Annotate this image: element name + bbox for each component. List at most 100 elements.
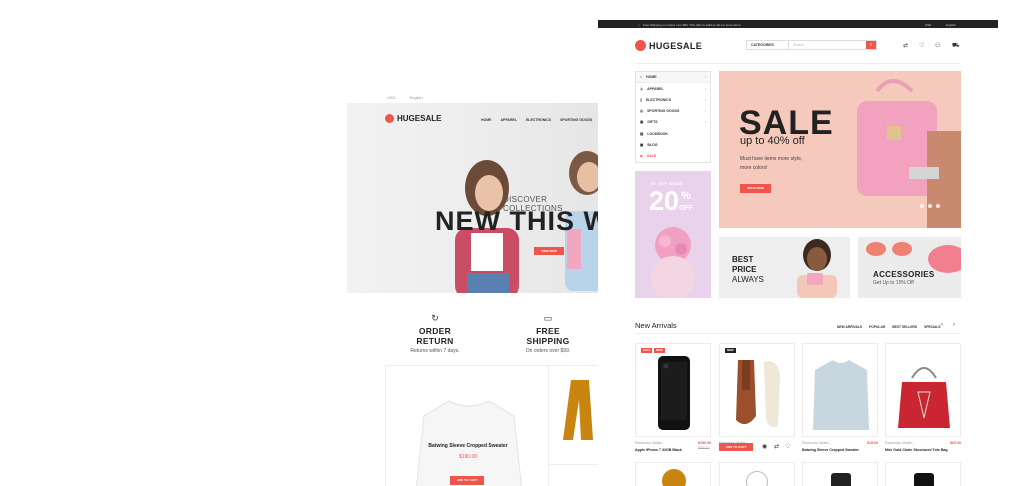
shop-now-button[interactable]: SHOP NOW — [740, 184, 771, 193]
product-name[interactable]: Batwing Sleeve Cropped Sweater — [802, 448, 878, 452]
lp-add-to-cart-button[interactable]: ADD TO CART — [450, 476, 484, 485]
user-icon[interactable]: ⚇ — [935, 42, 940, 49]
accessories-title: ACCESSORIES — [873, 270, 935, 279]
slider-dot[interactable] — [928, 204, 932, 208]
woman-camera-image — [797, 239, 837, 298]
hero-desc: Must have items more style, more colors! — [740, 156, 803, 171]
next-arrow-icon[interactable]: › — [953, 322, 955, 328]
product-thumb — [746, 471, 768, 486]
lp-topbar: USD English — [347, 93, 598, 103]
banner-value: 20 — [649, 186, 680, 216]
product-card[interactable]: NEW — [719, 343, 795, 437]
tab-specials[interactable]: SPECIALS — [924, 325, 941, 329]
return-icon: ↻ — [431, 313, 439, 323]
new-badge: NEW — [725, 348, 736, 353]
language-select[interactable]: English — [946, 23, 956, 27]
best-price-title: BEST PRICE — [732, 255, 757, 274]
lp-product-price: $190.00 — [458, 454, 478, 460]
topbar: ● Free Shipping on orders over $99. This… — [598, 20, 998, 28]
product-card[interactable] — [802, 343, 878, 437]
tab-popular[interactable]: POPULAR — [869, 325, 885, 329]
product-card[interactable] — [802, 462, 878, 486]
product-card[interactable] — [719, 462, 795, 486]
lp-view-now-button[interactable]: VIEW NOW — [534, 247, 564, 255]
banner-best-price[interactable]: BEST PRICE ALWAYS — [719, 237, 850, 298]
search-icon: ⌕ — [869, 42, 873, 48]
add-to-cart-button[interactable]: ADD TO CART — [719, 443, 753, 451]
lp-nav-electronics[interactable]: ELECTRONICS — [526, 118, 551, 122]
tag-icon: ◈ — [640, 153, 643, 158]
new-badge: NEW — [654, 348, 665, 353]
lp-nav: HOME APPAREL ELECTRONICS SPORTING GOODS — [481, 118, 592, 122]
compare-icon[interactable]: ⇄ — [774, 443, 779, 450]
banner-accessories[interactable]: ACCESSORIES Get Up to 15% Off — [858, 237, 961, 298]
sidebar-item-blog[interactable]: ▦ BLOG — [636, 139, 710, 150]
lp-hero-headline: NEW THIS W — [435, 206, 598, 236]
banner-off: OFF — [679, 205, 693, 212]
left-preview: USD English HUGESALE HOME APPAREL ELECTR… — [347, 93, 598, 486]
sweater-image — [813, 360, 869, 430]
category-select[interactable]: CATEGORIES — [747, 41, 789, 49]
product-card[interactable] — [885, 462, 961, 486]
book-icon: ▤ — [640, 131, 644, 136]
lp-nav-apparel[interactable]: APPAREL — [501, 118, 517, 122]
slider-dot[interactable] — [920, 204, 924, 208]
lp-nav-sporting[interactable]: SPORTING GOODS — [560, 118, 592, 122]
sidebar-item-sporting-goods[interactable]: ◎ SPORTING GOODS › — [636, 106, 710, 117]
lp-language[interactable]: English — [409, 95, 422, 103]
hero-slider[interactable]: SALE up to 40% off Must have items more … — [719, 71, 961, 228]
sidebar-item-electronics[interactable]: ▯ ELECTRONICS › — [636, 94, 710, 105]
tab-new-arrivals[interactable]: NEW ARRIVALS — [837, 325, 862, 329]
lp-nav-home[interactable]: HOME — [481, 118, 492, 122]
phone-icon: ▯ — [640, 97, 642, 102]
feature-order-return: ↻ ORDER RETURN Returns within 7 days. — [405, 313, 465, 354]
hero-subtitle: up to 40% off — [740, 135, 805, 147]
feature-title: FREE SHIPPING — [526, 326, 570, 346]
search-bar: CATEGORIES Search ⌕ — [746, 40, 877, 50]
currency-select[interactable]: USD — [925, 23, 931, 27]
product-card[interactable] — [635, 462, 711, 486]
header: HUGESALE CATEGORIES Search ⌕ ⇄ ♡ ⚇ ⛟ — [598, 28, 998, 64]
heart-icon[interactable]: ♡ — [919, 42, 924, 49]
lp-logo[interactable]: HUGESALE — [385, 114, 441, 123]
lp-currency[interactable]: USD — [387, 95, 395, 103]
product-thumb — [831, 473, 851, 486]
prev-arrow-icon[interactable]: ‹ — [941, 322, 943, 328]
logo[interactable]: HUGESALE — [635, 40, 702, 51]
lp-hero-banner: HUGESALE HOME APPAREL ELECTRONICS SPORTI… — [347, 103, 598, 293]
search-button[interactable]: ⌕ — [866, 41, 876, 49]
logo-mark-icon — [635, 40, 646, 51]
search-input[interactable]: Search — [789, 41, 866, 49]
header-divider — [635, 63, 961, 64]
banner-20-off[interactable]: On 100+ Brands 20 % OFF — [635, 171, 711, 298]
boots-image — [736, 360, 780, 427]
cart-icon[interactable]: ⛟ — [952, 42, 960, 50]
hero-handbag-image — [857, 79, 961, 228]
sidebar-item-gifts[interactable]: ▣ GIFTS › — [636, 117, 710, 128]
right-preview: ● Free Shipping on orders over $99. This… — [598, 20, 998, 486]
sidebar-item-home[interactable]: ⌂ HOME › — [636, 72, 710, 84]
product-card[interactable] — [885, 343, 961, 437]
sale-badge: SALE — [641, 348, 653, 353]
sidebar-item-apparel[interactable]: ♙ APPAREL › — [636, 83, 710, 94]
banner-percent: % — [681, 190, 691, 202]
tab-best-sellers[interactable]: BEST SELLERS — [892, 325, 917, 329]
feature-subtitle: Returns within 7 days. — [410, 348, 460, 354]
slider-dot[interactable] — [936, 204, 940, 208]
sidebar-item-lookbook[interactable]: ▤ LOOKBOOK — [636, 128, 710, 139]
quick-view-icon[interactable]: ◉ — [762, 443, 767, 450]
sidebar-item-sale[interactable]: ◈ SALE — [636, 150, 710, 161]
topbar-notice: Free Shipping on orders over $99. This o… — [643, 22, 742, 27]
lp-product-card-scarf[interactable] — [548, 365, 598, 465]
product-card[interactable]: SALE NEW — [635, 343, 711, 437]
lp-product-name[interactable]: Batwing Sleeve Cropped Sweater — [386, 443, 550, 449]
logo-mark-icon — [385, 114, 394, 123]
truck-icon: ▭ — [543, 313, 553, 323]
wishlist-icon[interactable]: ♡ — [785, 443, 790, 450]
scarf-image — [563, 380, 593, 440]
product-name[interactable]: Mini Gold Chain Structured Tote Bag — [885, 448, 961, 452]
compare-icon[interactable]: ⇄ — [903, 42, 908, 49]
product-name[interactable]: Apple iPhone 7 32GB Black — [635, 448, 711, 452]
lp-product-card[interactable]: Batwing Sleeve Cropped Sweater $190.00 A… — [385, 365, 549, 486]
product-price: $15.00 — [867, 441, 878, 445]
